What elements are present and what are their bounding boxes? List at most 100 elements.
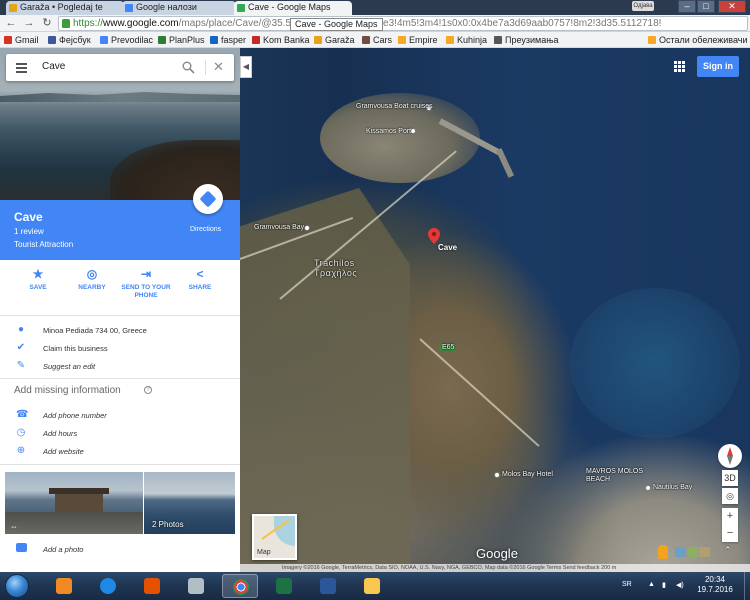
language-indicator[interactable]: SR bbox=[622, 581, 632, 588]
bookmark-other[interactable]: Остали обележивачи bbox=[648, 34, 747, 46]
nearby-button[interactable]: ◎ NEARBY bbox=[64, 268, 120, 292]
taskbar-teamviewer[interactable] bbox=[90, 574, 126, 598]
compass-icon[interactable] bbox=[718, 444, 742, 468]
taskbar-media-player[interactable] bbox=[46, 574, 82, 598]
street-view-pegman-icon[interactable] bbox=[658, 545, 668, 559]
minimize-window-button[interactable]: – bbox=[678, 0, 696, 13]
taskbar-app-ec[interactable] bbox=[134, 574, 170, 598]
photo-thumbnail-gallery[interactable]: 2 Photos bbox=[144, 472, 235, 534]
suggest-edit-row[interactable]: ✎ Suggest an edit bbox=[0, 358, 240, 375]
back-arrow-icon[interactable]: ← bbox=[4, 17, 18, 30]
lock-icon bbox=[62, 19, 70, 28]
expand-chevron-icon[interactable]: ⌃ bbox=[724, 545, 732, 556]
directions-label[interactable]: Directions bbox=[190, 226, 221, 233]
save-button[interactable]: ★ SAVE bbox=[10, 268, 66, 292]
map-road bbox=[419, 338, 540, 447]
bookmark-facebook[interactable]: Фејсбук bbox=[48, 34, 91, 46]
photo-hills bbox=[0, 92, 240, 102]
poi-hotel-icon[interactable] bbox=[494, 472, 500, 478]
directions-button[interactable] bbox=[193, 184, 223, 214]
zoom-out-button[interactable]: − bbox=[722, 525, 738, 542]
url-input[interactable]: https://www.google.com/maps/place/Cave/@… bbox=[58, 16, 748, 31]
bookmark-kuhinja[interactable]: Kuhinja bbox=[446, 34, 487, 46]
map-attribution-footer[interactable]: Imagery ©2016 Google, TerraMetrics, Data… bbox=[240, 564, 750, 572]
map-label-gramvousa-boats[interactable]: Gramvousa Boat cruises bbox=[356, 103, 433, 110]
my-location-icon[interactable]: ◎ bbox=[722, 488, 738, 504]
menu-icon[interactable] bbox=[16, 63, 27, 73]
satellite-map[interactable]: ◀ Sign in Gramvousa Boat cruises Kissamo… bbox=[240, 48, 750, 572]
sign-in-button[interactable]: Sign in bbox=[697, 56, 739, 77]
pin-label-cave[interactable]: Cave bbox=[438, 243, 457, 252]
tab-label: Garaža • Pogledaj te bbox=[20, 2, 103, 12]
reload-icon[interactable]: ↻ bbox=[40, 17, 54, 30]
start-button[interactable] bbox=[5, 574, 29, 598]
place-type[interactable]: Tourist Attraction bbox=[14, 240, 73, 249]
3d-toggle-button[interactable]: 3D bbox=[722, 470, 738, 486]
add-website-row[interactable]: ⊕ Add website bbox=[0, 443, 240, 460]
map-label-gramvousa-bay[interactable]: Gramvousa Bay bbox=[254, 224, 304, 231]
collapse-panel-button[interactable]: ◀ bbox=[240, 56, 252, 78]
apps-grid-icon[interactable] bbox=[674, 61, 685, 72]
bookmark-cars[interactable]: Cars bbox=[362, 34, 392, 46]
location-pin-icon[interactable] bbox=[428, 228, 440, 244]
network-icon[interactable]: ▮ bbox=[662, 581, 666, 589]
map-label-mavros-molos[interactable]: MAVROS MOLOS BEACH bbox=[586, 468, 650, 484]
close-window-button[interactable]: ✕ bbox=[718, 0, 746, 13]
reviews-link[interactable]: 1 review bbox=[14, 227, 44, 236]
bookmark-garaza[interactable]: Garaža bbox=[314, 34, 355, 46]
search-input[interactable]: Cave bbox=[42, 61, 65, 72]
add-hours-row[interactable]: ◷ Add hours bbox=[0, 425, 240, 442]
zoom-in-button[interactable]: + bbox=[722, 508, 738, 525]
thumbnail-icon[interactable] bbox=[675, 547, 686, 557]
bookmark-planplus[interactable]: PlanPlus bbox=[158, 34, 205, 46]
panorama-icon: ⇔ bbox=[10, 522, 18, 531]
map-label-kissamos-port[interactable]: Kissamos Port bbox=[366, 128, 411, 135]
add-photo-row[interactable]: Add a photo bbox=[0, 540, 240, 560]
camera-icon bbox=[16, 543, 27, 552]
thumbnail-icon[interactable] bbox=[699, 547, 710, 557]
taskbar-word[interactable] bbox=[310, 574, 346, 598]
browser-tab-google-accounts[interactable]: Google налози bbox=[122, 1, 236, 15]
search-icon[interactable] bbox=[182, 61, 195, 74]
taskbar-calculator[interactable] bbox=[178, 574, 214, 598]
bookmark-downloads[interactable]: Преузимања bbox=[494, 34, 559, 46]
browser-tab-garaza[interactable]: Garaža • Pogledaj te bbox=[6, 1, 124, 15]
pencil-icon: ✎ bbox=[16, 360, 26, 371]
section-divider bbox=[0, 378, 240, 379]
poi-hotel-icon[interactable] bbox=[645, 485, 651, 491]
bookmark-kom-banka[interactable]: Kom Banka bbox=[252, 34, 310, 46]
map-view-toggle[interactable]: Map bbox=[252, 514, 297, 560]
map-label-nautilus-bay[interactable]: Nautilus Bay bbox=[653, 484, 692, 491]
address-row[interactable]: ● Minoa Pediada 734 00, Greece bbox=[0, 322, 240, 339]
add-phone-row[interactable]: ☎ Add phone number bbox=[0, 407, 240, 424]
maximize-window-button[interactable]: □ bbox=[697, 0, 715, 13]
forward-arrow-icon[interactable]: → bbox=[22, 17, 36, 30]
imagery-thumbnails[interactable] bbox=[675, 547, 713, 557]
taskbar-chrome[interactable] bbox=[222, 574, 258, 598]
clear-search-icon[interactable]: ✕ bbox=[213, 59, 224, 75]
send-to-phone-button[interactable]: ⇥ SEND TO YOUR PHONE bbox=[118, 268, 174, 300]
show-desktop-button[interactable] bbox=[744, 572, 750, 600]
taskbar-excel[interactable] bbox=[266, 574, 302, 598]
taskbar-explorer[interactable] bbox=[354, 574, 390, 598]
browser-tab-google-maps[interactable]: Cave - Google Maps bbox=[234, 1, 352, 15]
browser-tab-bar: Garaža • Pogledaj te Google налози Cave … bbox=[0, 0, 750, 15]
photo-count: 2 Photos bbox=[152, 520, 184, 529]
map-label-molos-bay-hotel[interactable]: Molos Bay Hotel bbox=[502, 471, 553, 478]
volume-icon[interactable]: ◀) bbox=[676, 581, 684, 589]
bookmark-prevodilac[interactable]: Prevodilac bbox=[100, 34, 153, 46]
tab-favicon-icon bbox=[9, 4, 17, 12]
bookmark-empire[interactable]: Empire bbox=[398, 34, 438, 46]
claim-business-row[interactable]: ✔ Claim this business bbox=[0, 340, 240, 357]
claim-text: Claim this business bbox=[43, 344, 108, 353]
profile-badge[interactable]: Одјава bbox=[632, 1, 654, 11]
poi-bay-icon[interactable] bbox=[304, 225, 310, 231]
bookmark-gmail[interactable]: Gmail bbox=[4, 34, 39, 46]
tray-arrow-icon[interactable]: ▲ bbox=[648, 581, 655, 588]
thumbnail-icon[interactable] bbox=[687, 547, 698, 557]
share-button[interactable]: < SHARE bbox=[172, 268, 228, 292]
photo-thumbnail-panorama[interactable]: ⇔ bbox=[5, 472, 143, 534]
bookmark-fasper[interactable]: fasper bbox=[210, 34, 246, 46]
taskbar-clock[interactable]: 20:34 19.7.2016 bbox=[692, 575, 738, 595]
help-icon[interactable]: ? bbox=[144, 386, 152, 394]
